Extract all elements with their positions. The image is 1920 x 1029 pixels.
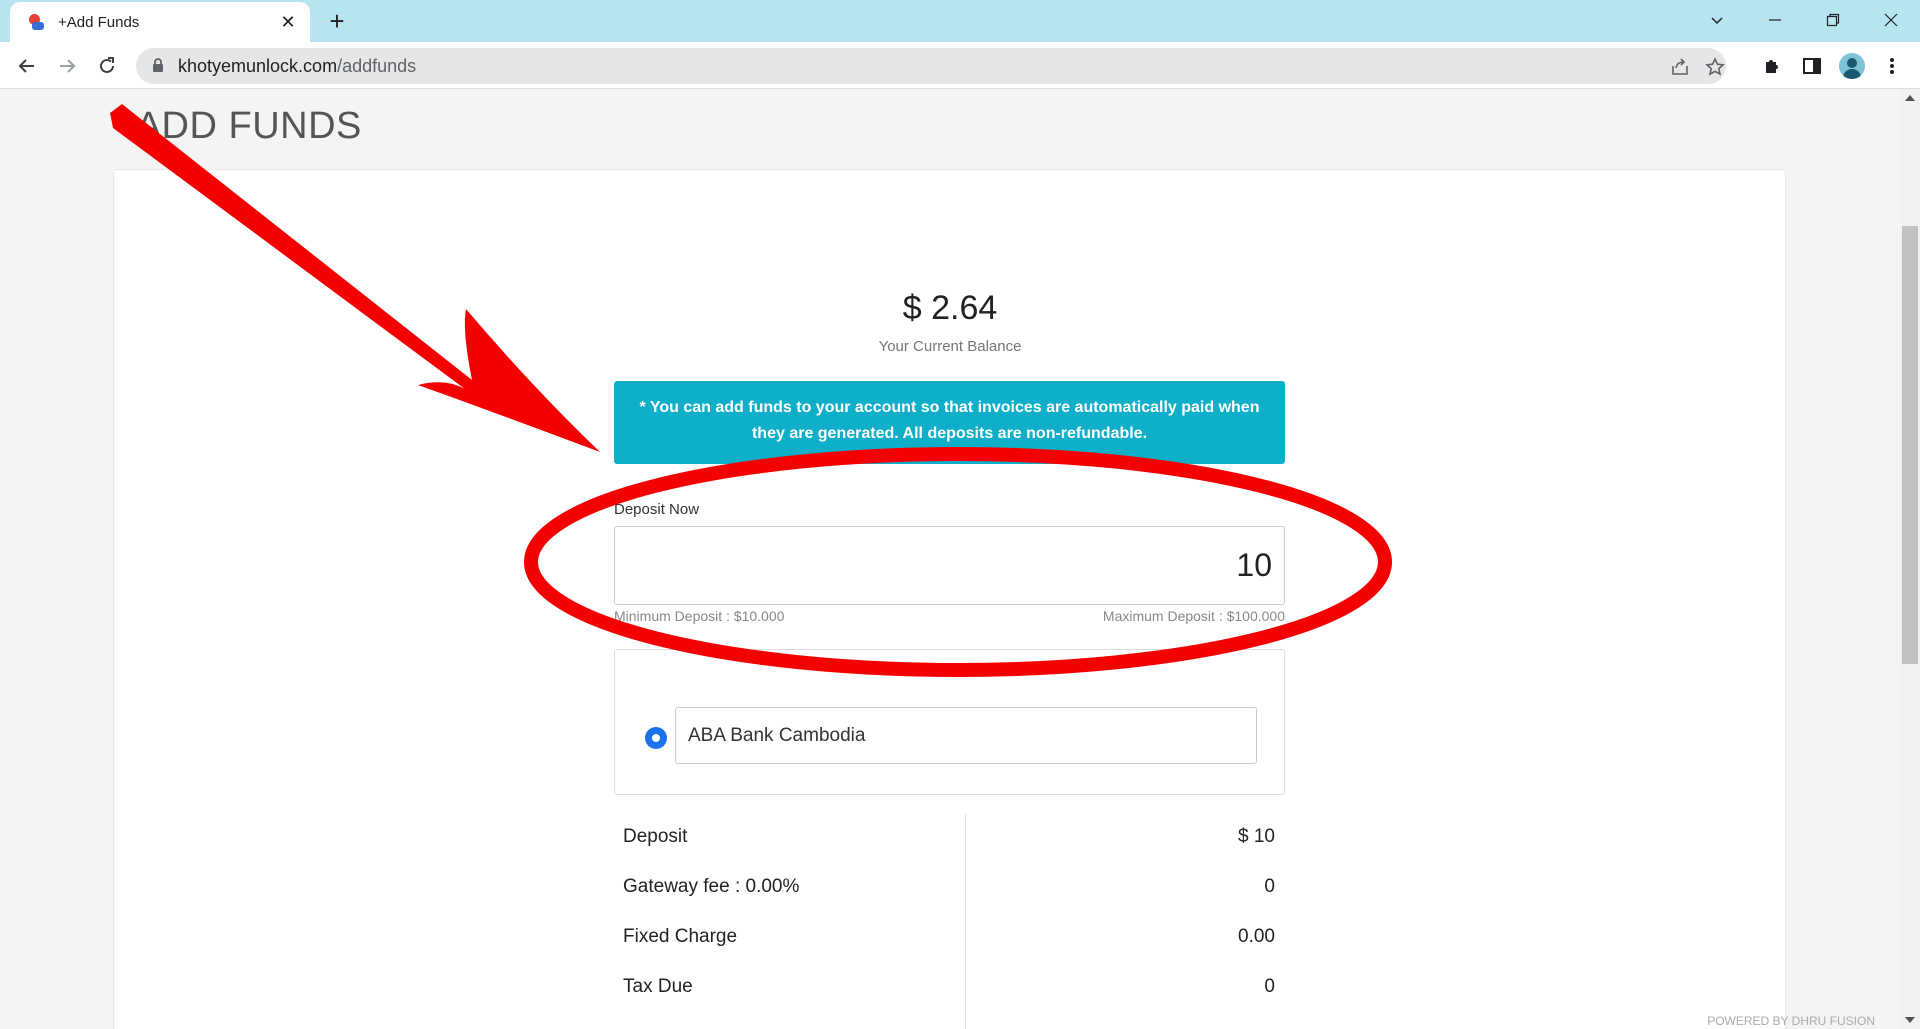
gateway-option[interactable]: ABA Bank Cambodia	[675, 707, 1257, 764]
summary-label: Deposit	[623, 826, 688, 847]
summary-value: 0	[1264, 876, 1275, 897]
summary-row-fixed-charge: Fixed Charge 0.00	[614, 914, 1285, 964]
scroll-up-arrow-icon[interactable]	[1905, 95, 1915, 101]
powered-by-footer: POWERED BY DHRU FUSION	[1707, 1014, 1875, 1028]
url-text: khotyemunlock.com/addfunds	[178, 56, 417, 76]
payment-gateway-box: ABA Bank Cambodia	[614, 649, 1285, 795]
deposit-label: Deposit Now	[614, 501, 700, 518]
summary-label: Fixed Charge	[623, 926, 738, 947]
bookmark-star-icon[interactable]	[1704, 56, 1726, 78]
maximum-deposit-text: Maximum Deposit : $100.000	[1102, 608, 1285, 624]
page-content: +ADD FUNDS $ 2.64 Your Current Balance *…	[0, 89, 1900, 1029]
lock-icon[interactable]	[152, 58, 164, 78]
summary-value: $ 10	[1238, 826, 1275, 847]
side-panel-icon[interactable]	[1796, 50, 1828, 82]
tab-search-chevron-icon[interactable]	[1688, 0, 1746, 40]
tab-close-icon[interactable]: ✕	[278, 12, 298, 33]
summary-label: Gateway fee : 0.00%	[623, 876, 800, 897]
gateway-radio-button[interactable]	[645, 727, 667, 749]
current-balance-label: Your Current Balance	[878, 338, 1022, 355]
summary-value: 0	[1264, 976, 1275, 997]
minimize-icon[interactable]	[1746, 0, 1804, 40]
close-window-icon[interactable]	[1862, 0, 1920, 40]
new-tab-button[interactable]: +	[322, 7, 352, 37]
forward-arrow-icon[interactable]	[51, 50, 83, 82]
profile-avatar[interactable]	[1836, 50, 1868, 82]
deposit-amount-input[interactable]	[614, 526, 1285, 605]
browser-tab[interactable]: +Add Funds ✕	[10, 2, 310, 42]
scroll-down-arrow-icon[interactable]	[1905, 1017, 1915, 1023]
share-icon[interactable]	[1669, 56, 1691, 78]
summary-row-tax-due: Tax Due 0	[614, 964, 1285, 1014]
browser-toolbar: khotyemunlock.com/addfunds	[0, 42, 1920, 89]
site-favicon-icon	[26, 13, 44, 31]
page-title: +ADD FUNDS	[113, 105, 362, 147]
address-bar[interactable]: khotyemunlock.com/addfunds	[136, 48, 1726, 84]
page-scrollbar[interactable]	[1900, 89, 1920, 1029]
back-arrow-icon[interactable]	[11, 50, 43, 82]
summary-label: Tax Due	[623, 976, 693, 997]
extensions-puzzle-icon[interactable]	[1756, 50, 1788, 82]
tab-strip: +Add Funds ✕ +	[0, 0, 1920, 42]
restore-icon[interactable]	[1804, 0, 1862, 40]
summary-value: 0.00	[1238, 926, 1275, 947]
scrollbar-thumb[interactable]	[1902, 226, 1918, 664]
summary-row-deposit: Deposit $ 10	[614, 814, 1285, 864]
info-alert: * You can add funds to your account so t…	[614, 381, 1285, 464]
reload-icon[interactable]	[91, 50, 123, 82]
window-controls	[1688, 0, 1920, 40]
tab-title: +Add Funds	[58, 13, 140, 31]
summary-row-gateway-fee: Gateway fee : 0.00% 0	[614, 864, 1285, 914]
chrome-menu-icon[interactable]	[1876, 50, 1908, 82]
current-balance: $ 2.64	[902, 289, 998, 327]
